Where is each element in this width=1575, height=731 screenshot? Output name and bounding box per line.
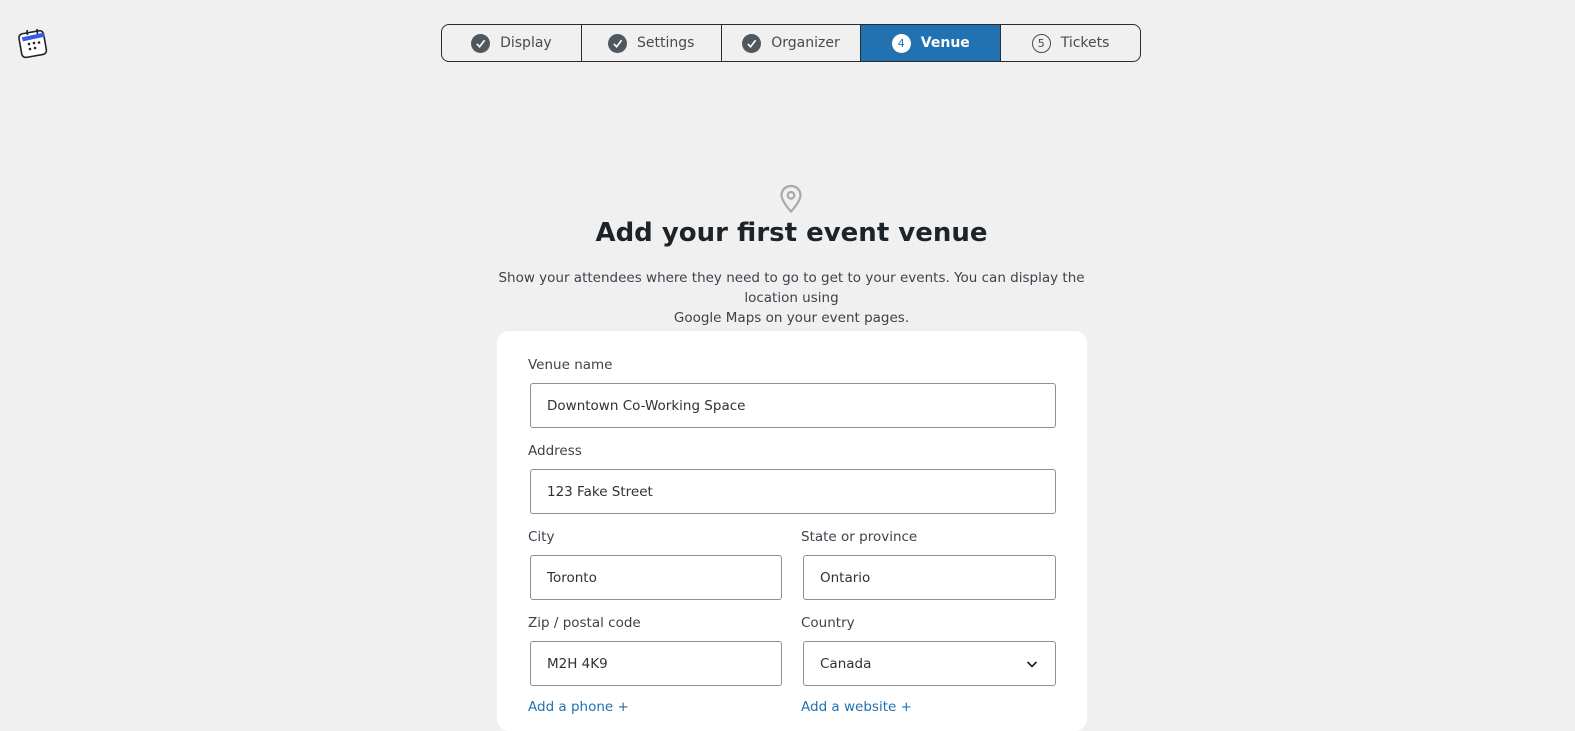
checkmark-icon <box>742 33 762 53</box>
checkmark-icon <box>607 33 627 53</box>
step-tickets[interactable]: 5 Tickets <box>1001 25 1140 61</box>
step-organizer[interactable]: Organizer <box>722 25 862 61</box>
zip-label: Zip / postal code <box>528 615 641 631</box>
step-label: Settings <box>636 35 695 51</box>
venue-name-input[interactable] <box>530 383 1056 428</box>
add-website-link[interactable]: Add a website + <box>801 699 912 715</box>
address-label: Address <box>528 443 582 459</box>
step-label: Tickets <box>1060 35 1110 51</box>
step-venue[interactable]: 4 Venue <box>861 25 1002 61</box>
description-line-1: Show your attendees where they need to g… <box>498 270 1085 306</box>
step-label: Display <box>500 35 552 51</box>
venue-form-card: Venue name Address City State or provinc… <box>497 331 1087 731</box>
country-label: Country <box>801 615 855 631</box>
checkmark-icon <box>471 33 491 53</box>
state-input[interactable] <box>803 555 1056 600</box>
page-title: Add your first event venue <box>595 218 988 248</box>
step-label: Venue <box>920 35 970 51</box>
step-settings[interactable]: Settings <box>582 25 722 61</box>
step-display[interactable]: Display <box>442 25 582 61</box>
city-label: City <box>528 529 555 545</box>
chevron-down-icon <box>1026 660 1038 668</box>
setup-stepper: Display Settings Organizer 4 Venue 5 Tic… <box>441 24 1141 62</box>
step-number-badge: 4 <box>891 33 911 53</box>
description-line-2: Google Maps on your event pages. <box>673 310 910 326</box>
zip-input[interactable] <box>530 641 782 686</box>
address-input[interactable] <box>530 469 1056 514</box>
step-number-badge: 5 <box>1031 33 1051 53</box>
city-input[interactable] <box>530 555 782 600</box>
state-label: State or province <box>801 529 918 545</box>
country-select[interactable]: Canada <box>803 641 1056 686</box>
page-description: Show your attendees where they need to g… <box>490 268 1093 328</box>
venue-name-label: Venue name <box>528 357 613 373</box>
map-pin-icon <box>780 184 802 214</box>
calendar-logo-icon <box>18 28 48 59</box>
country-selected-value: Canada <box>820 655 872 672</box>
step-label: Organizer <box>771 35 840 51</box>
add-phone-link[interactable]: Add a phone + <box>528 699 629 715</box>
